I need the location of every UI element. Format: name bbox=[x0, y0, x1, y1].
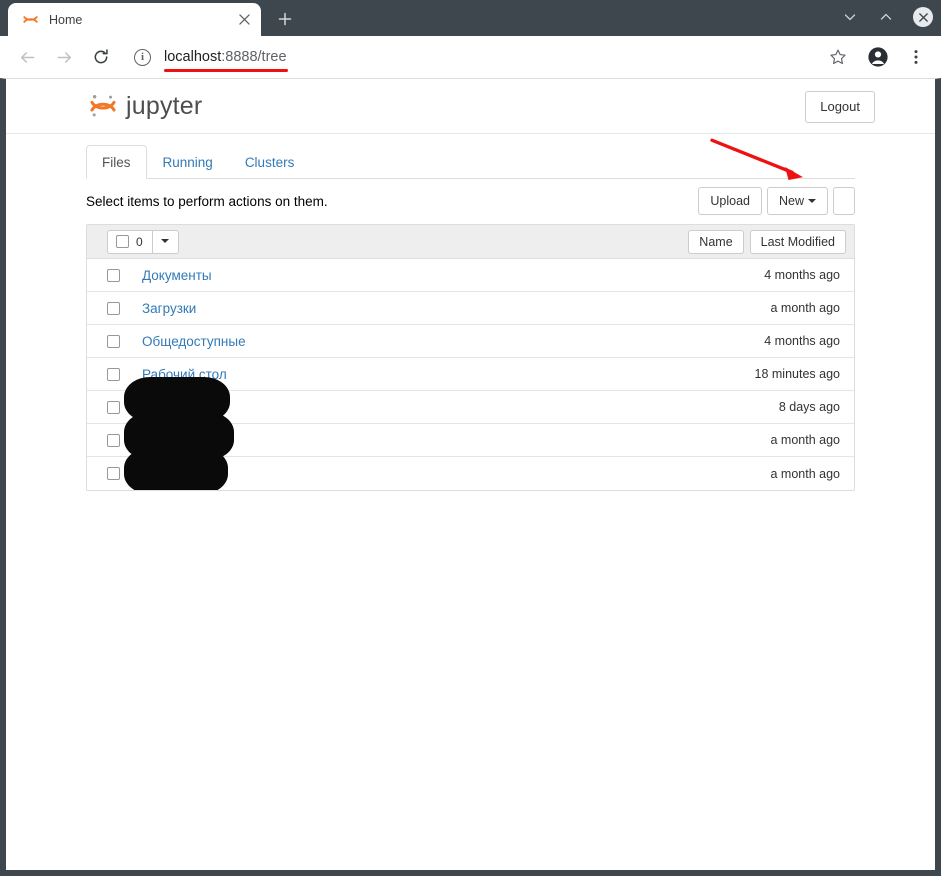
row-checkbox-icon[interactable] bbox=[107, 334, 120, 348]
sort-by-name-button[interactable]: Name bbox=[688, 230, 744, 254]
file-modified-time: a month ago bbox=[770, 433, 841, 447]
caret-down-icon bbox=[161, 239, 170, 243]
url-host: localhost bbox=[164, 49, 222, 65]
jupyter-action-bar: Select items to perform actions on them.… bbox=[86, 179, 855, 224]
browser-window: Home i localhost:8888/tree jupyter Logou… bbox=[0, 0, 941, 876]
url-path: :8888/tree bbox=[221, 49, 287, 65]
row-checkbox-icon[interactable] bbox=[107, 467, 120, 480]
jupyter-logo-text: jupyter bbox=[126, 91, 203, 120]
browser-tab-title: Home bbox=[49, 12, 83, 27]
file-modified-time: 4 months ago bbox=[764, 268, 840, 282]
tab-files[interactable]: Files bbox=[86, 145, 147, 179]
tab-clusters[interactable]: Clusters bbox=[229, 145, 311, 179]
row-checkbox-icon[interactable] bbox=[107, 301, 120, 315]
new-button-label: New bbox=[778, 194, 804, 208]
forward-button[interactable] bbox=[49, 42, 79, 72]
row-checkbox-icon[interactable] bbox=[107, 367, 120, 381]
window-minimize-icon[interactable] bbox=[841, 8, 859, 26]
address-bar[interactable]: i localhost:8888/tree bbox=[126, 42, 823, 72]
upload-button[interactable]: Upload bbox=[698, 187, 762, 215]
row-checkbox-icon[interactable] bbox=[107, 433, 120, 447]
file-name-link[interactable]: Загрузки bbox=[142, 301, 771, 316]
site-info-icon[interactable]: i bbox=[134, 48, 151, 66]
url-text-wrap: localhost:8888/tree bbox=[164, 48, 288, 72]
browser-toolbar: i localhost:8888/tree bbox=[0, 36, 941, 78]
browser-menu-icon[interactable] bbox=[901, 42, 931, 72]
select-all-checkbox-icon[interactable] bbox=[116, 235, 129, 248]
select-all-box[interactable]: 0 bbox=[107, 229, 153, 254]
table-row[interactable]: Общедоступные 4 months ago bbox=[87, 325, 854, 358]
window-controls bbox=[841, 0, 933, 34]
file-name-link[interactable]: Документы bbox=[142, 268, 764, 283]
jupyter-body: Files Running Clusters Select items to p… bbox=[6, 145, 935, 491]
jupyter-tab-bar: Files Running Clusters bbox=[86, 145, 855, 179]
browser-tab-strip: Home bbox=[0, 0, 941, 36]
table-row[interactable]: Рабочий стол 18 minutes ago bbox=[87, 358, 854, 391]
table-row[interactable]: a month ago bbox=[87, 448, 854, 490]
jupyter-header: jupyter Logout bbox=[6, 79, 935, 134]
reload-button[interactable] bbox=[86, 42, 116, 72]
jupyter-favicon-icon bbox=[22, 11, 39, 28]
table-row[interactable]: Документы 4 months ago bbox=[87, 259, 854, 292]
file-list-panel: 0 Name Last Modified Документы 4 months … bbox=[86, 224, 855, 491]
jupyter-logo-icon bbox=[88, 91, 118, 121]
file-modified-time: a month ago bbox=[770, 466, 841, 481]
url-red-underline-annotation bbox=[164, 69, 288, 72]
tab-running[interactable]: Running bbox=[147, 145, 229, 179]
refresh-button[interactable] bbox=[833, 187, 855, 215]
file-modified-time: 18 minutes ago bbox=[754, 367, 840, 381]
select-all-group: 0 bbox=[107, 229, 179, 254]
page-viewport: jupyter Logout Files Running Clusters Se… bbox=[0, 78, 941, 876]
table-row[interactable]: 8 days ago bbox=[87, 377, 854, 424]
browser-tab[interactable]: Home bbox=[8, 3, 261, 36]
dashboard-buttons: Upload New bbox=[698, 187, 855, 215]
jupyter-logo[interactable]: jupyter bbox=[88, 91, 202, 121]
table-row[interactable]: a month ago bbox=[87, 412, 854, 460]
row-checkbox-icon[interactable] bbox=[107, 400, 120, 414]
file-modified-time: a month ago bbox=[770, 301, 841, 315]
row-checkbox-icon[interactable] bbox=[107, 268, 120, 282]
window-close-icon[interactable] bbox=[913, 7, 933, 27]
sort-by-modified-button[interactable]: Last Modified bbox=[749, 230, 846, 254]
caret-down-icon bbox=[808, 199, 816, 204]
sort-controls: Name Last Modified bbox=[688, 230, 846, 254]
url-text: localhost:8888/tree bbox=[164, 49, 287, 65]
file-modified-time: 4 months ago bbox=[764, 334, 840, 348]
file-modified-time: 8 days ago bbox=[778, 400, 840, 414]
file-list-header: 0 Name Last Modified bbox=[87, 225, 854, 259]
select-dropdown-button[interactable] bbox=[152, 229, 179, 254]
back-button[interactable] bbox=[12, 42, 42, 72]
new-button[interactable]: New bbox=[766, 187, 828, 215]
logout-button[interactable]: Logout bbox=[805, 91, 875, 123]
new-tab-button[interactable] bbox=[271, 5, 299, 33]
select-items-hint: Select items to perform actions on them. bbox=[86, 194, 328, 209]
jupyter-notebook-dashboard: jupyter Logout Files Running Clusters Se… bbox=[6, 79, 935, 870]
file-name-link[interactable]: Общедоступные bbox=[142, 334, 764, 349]
tab-close-icon[interactable] bbox=[235, 11, 253, 29]
file-name-link[interactable]: Рабочий стол bbox=[142, 367, 755, 382]
bookmark-star-icon[interactable] bbox=[823, 42, 853, 72]
window-maximize-icon[interactable] bbox=[877, 8, 895, 26]
profile-avatar-icon[interactable] bbox=[863, 42, 893, 72]
table-row[interactable]: Загрузки a month ago bbox=[87, 292, 854, 325]
selected-count: 0 bbox=[136, 234, 143, 249]
